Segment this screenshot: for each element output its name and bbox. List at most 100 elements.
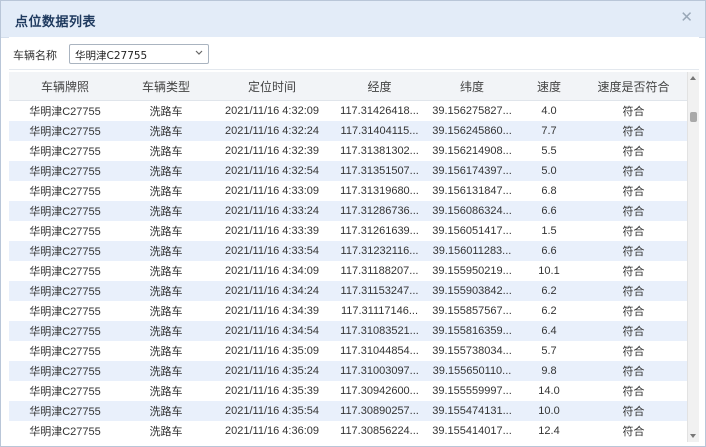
cell-plate: 华明津C27755 <box>9 100 121 121</box>
scroll-up-icon[interactable] <box>690 76 696 80</box>
table-row[interactable]: 华明津C27755 洗路车 2021/11/16 4:34:09 117.311882… <box>9 261 687 281</box>
cell-time: 2021/11/16 4:35:24 <box>211 361 333 381</box>
cell-longitude: 117.31003097... <box>333 361 426 381</box>
cell-latitude: 39.156051417... <box>426 221 518 241</box>
cell-time: 2021/11/16 4:33:09 <box>211 181 333 201</box>
cell-time: 2021/11/16 4:34:39 <box>211 301 333 321</box>
cell-type: 洗路车 <box>121 361 211 381</box>
cell-time: 2021/11/16 4:32:54 <box>211 161 333 181</box>
cell-speed: 7.7 <box>518 121 580 141</box>
close-icon[interactable]: ✕ <box>680 9 693 25</box>
cell-speed-compliance: 符合 <box>580 341 687 361</box>
cell-time: 2021/11/16 4:35:39 <box>211 381 333 401</box>
cell-speed: 5.0 <box>518 161 580 181</box>
table-row[interactable]: 华明津C27755 洗路车 2021/11/16 4:35:54 117.308902… <box>9 401 687 421</box>
cell-longitude: 117.31117146... <box>333 301 426 321</box>
cell-speed-compliance: 符合 <box>580 421 687 441</box>
cell-longitude: 117.31404115... <box>333 121 426 141</box>
vehicle-name-label: 车辆名称 <box>13 49 57 62</box>
table-row[interactable]: 华明津C27755 洗路车 2021/11/16 4:32:09 117.314264… <box>9 100 687 121</box>
cell-longitude: 117.31083521... <box>333 321 426 341</box>
cell-latitude: 39.156275827... <box>426 100 518 121</box>
cell-plate: 华明津C27755 <box>9 261 121 281</box>
vehicle-name-value: 华明津C27755 <box>75 50 148 62</box>
table-row[interactable]: 华明津C27755 洗路车 2021/11/16 4:35:39 117.309426… <box>9 381 687 401</box>
cell-latitude: 39.155903842... <box>426 281 518 301</box>
cell-longitude: 117.31188207... <box>333 261 426 281</box>
cell-longitude: 117.31319680... <box>333 181 426 201</box>
cell-speed-compliance: 符合 <box>580 121 687 141</box>
cell-type: 洗路车 <box>121 281 211 301</box>
cell-latitude: 39.155950219... <box>426 261 518 281</box>
table-row[interactable]: 华明津C27755 洗路车 2021/11/16 4:35:24 117.310030… <box>9 361 687 381</box>
cell-plate: 华明津C27755 <box>9 201 121 221</box>
cell-speed: 5.5 <box>518 141 580 161</box>
cell-speed-compliance: 符合 <box>580 321 687 341</box>
cell-longitude: 117.31351507... <box>333 161 426 181</box>
table-row[interactable]: 华明津C27755 洗路车 2021/11/16 4:32:24 117.314041… <box>9 121 687 141</box>
cell-latitude: 39.156174397... <box>426 161 518 181</box>
cell-speed-compliance: 符合 <box>580 241 687 261</box>
cell-speed-compliance: 符合 <box>580 201 687 221</box>
cell-latitude: 39.156011283... <box>426 241 518 261</box>
cell-time: 2021/11/16 4:33:24 <box>211 201 333 221</box>
cell-speed: 6.4 <box>518 321 580 341</box>
vehicle-name-select[interactable]: 华明津C27755 <box>69 44 209 64</box>
table-row[interactable]: 华明津C27755 洗路车 2021/11/16 4:34:24 117.311532… <box>9 281 687 301</box>
chevron-down-icon <box>195 50 203 55</box>
cell-plate: 华明津C27755 <box>9 121 121 141</box>
scroll-down-icon[interactable] <box>690 434 696 438</box>
cell-speed-compliance: 符合 <box>580 281 687 301</box>
cell-speed: 6.6 <box>518 241 580 261</box>
cell-time: 2021/11/16 4:33:54 <box>211 241 333 261</box>
column-header-latitude: 纬度 <box>426 72 518 101</box>
cell-longitude: 117.31381302... <box>333 141 426 161</box>
table-row[interactable]: 华明津C27755 洗路车 2021/11/16 4:33:09 117.313196… <box>9 181 687 201</box>
cell-time: 2021/11/16 4:34:09 <box>211 261 333 281</box>
table-body: 华明津C27755 洗路车 2021/11/16 4:32:09 117.314264… <box>9 100 687 441</box>
cell-speed: 6.8 <box>518 181 580 201</box>
cell-type: 洗路车 <box>121 141 211 161</box>
cell-plate: 华明津C27755 <box>9 401 121 421</box>
table-row[interactable]: 华明津C27755 洗路车 2021/11/16 4:36:09 117.308562… <box>9 421 687 441</box>
cell-longitude: 117.31286736... <box>333 201 426 221</box>
cell-time: 2021/11/16 4:34:24 <box>211 281 333 301</box>
cell-latitude: 39.156131847... <box>426 181 518 201</box>
cell-speed: 10.0 <box>518 401 580 421</box>
cell-speed: 5.7 <box>518 341 580 361</box>
cell-time: 2021/11/16 4:35:09 <box>211 341 333 361</box>
cell-speed: 6.2 <box>518 301 580 321</box>
table-row[interactable]: 华明津C27755 洗路车 2021/11/16 4:33:39 117.312616… <box>9 221 687 241</box>
scrollbar-thumb[interactable] <box>690 112 697 122</box>
cell-plate: 华明津C27755 <box>9 341 121 361</box>
cell-speed-compliance: 符合 <box>580 161 687 181</box>
cell-speed: 6.6 <box>518 201 580 221</box>
cell-type: 洗路车 <box>121 421 211 441</box>
cell-latitude: 39.155738034... <box>426 341 518 361</box>
table-row[interactable]: 华明津C27755 洗路车 2021/11/16 4:32:54 117.313515… <box>9 161 687 181</box>
table-row[interactable]: 华明津C27755 洗路车 2021/11/16 4:33:24 117.312867… <box>9 201 687 221</box>
vertical-scrollbar[interactable] <box>687 72 699 442</box>
cell-longitude: 117.31153247... <box>333 281 426 301</box>
cell-time: 2021/11/16 4:32:24 <box>211 121 333 141</box>
cell-type: 洗路车 <box>121 241 211 261</box>
table-row[interactable]: 华明津C27755 洗路车 2021/11/16 4:35:09 117.310448… <box>9 341 687 361</box>
cell-plate: 华明津C27755 <box>9 301 121 321</box>
cell-plate: 华明津C27755 <box>9 321 121 341</box>
cell-plate: 华明津C27755 <box>9 421 121 441</box>
cell-time: 2021/11/16 4:32:09 <box>211 100 333 121</box>
table-row[interactable]: 华明津C27755 洗路车 2021/11/16 4:34:54 117.310835… <box>9 321 687 341</box>
cell-plate: 华明津C27755 <box>9 221 121 241</box>
cell-plate: 华明津C27755 <box>9 181 121 201</box>
cell-latitude: 39.155650110... <box>426 361 518 381</box>
table-row[interactable]: 华明津C27755 洗路车 2021/11/16 4:33:54 117.312321… <box>9 241 687 261</box>
cell-longitude: 117.30890257... <box>333 401 426 421</box>
cell-time: 2021/11/16 4:33:39 <box>211 221 333 241</box>
cell-speed-compliance: 符合 <box>580 261 687 281</box>
cell-type: 洗路车 <box>121 341 211 361</box>
column-header-speed: 速度 <box>518 72 580 101</box>
cell-speed: 4.0 <box>518 100 580 121</box>
table-row[interactable]: 华明津C27755 洗路车 2021/11/16 4:34:39 117.311171… <box>9 301 687 321</box>
table-row[interactable]: 华明津C27755 洗路车 2021/11/16 4:32:39 117.313813… <box>9 141 687 161</box>
cell-speed: 10.1 <box>518 261 580 281</box>
